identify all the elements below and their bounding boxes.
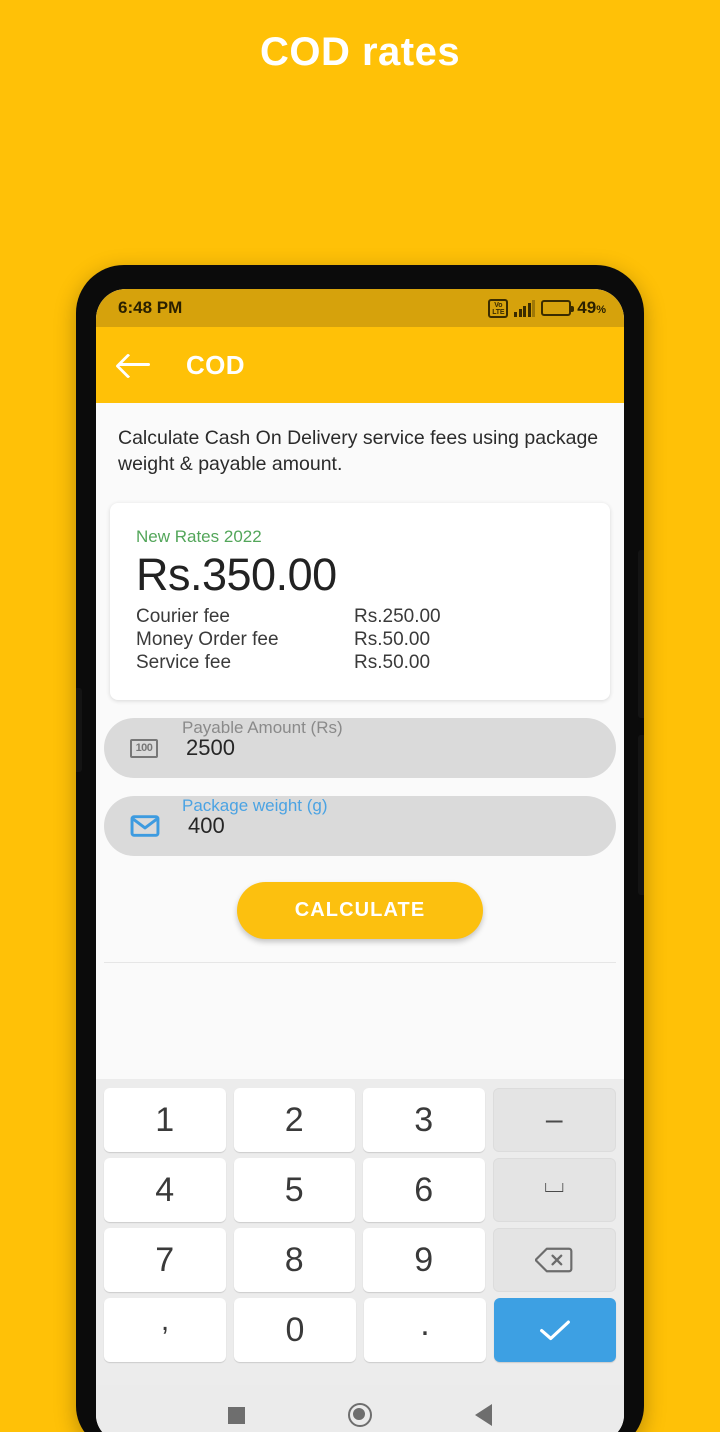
page-title: COD rates xyxy=(259,30,461,74)
circle-home-icon[interactable] xyxy=(347,1403,372,1427)
signal-bars-icon xyxy=(514,299,536,317)
key-4[interactable]: 4 xyxy=(104,1158,226,1222)
banknote-icon: 100 xyxy=(130,738,158,758)
battery-percent: 49% xyxy=(577,298,606,317)
content-divider xyxy=(104,962,616,963)
new-rates-badge: New Rates 2022 xyxy=(136,527,262,546)
rate-result-card: New Rates 2022 Rs.350.00 Courier fee Rs.… xyxy=(110,503,610,700)
status-bar: 6:48 PM Vo LTE 49% xyxy=(96,289,624,327)
key-5[interactable]: 5 xyxy=(233,1158,355,1222)
payable-amount-input[interactable]: 100 2500 xyxy=(104,718,616,778)
status-time: 6:48 PM xyxy=(118,298,183,317)
key-7[interactable]: 7 xyxy=(104,1228,226,1292)
key-6[interactable]: 6 xyxy=(363,1158,485,1222)
key-3[interactable]: 3 xyxy=(363,1088,485,1152)
fee-label: Service fee xyxy=(136,652,232,673)
fee-value: Rs.250.00 xyxy=(354,606,441,627)
phone-volume-button-left[interactable] xyxy=(76,688,82,772)
android-nav-bar xyxy=(96,1385,624,1432)
key-comma[interactable]: , xyxy=(104,1298,226,1362)
fee-value: Rs.50.00 xyxy=(354,652,431,673)
key-period[interactable]: . xyxy=(364,1298,486,1362)
payable-amount-label: Payable Amount (Rs) xyxy=(182,718,343,737)
battery-icon xyxy=(541,300,575,316)
package-weight-value: 400 xyxy=(188,813,225,838)
key-9[interactable]: 9 xyxy=(363,1228,485,1292)
phone-volume-button-right[interactable] xyxy=(638,735,644,895)
fee-value: Rs.50.00 xyxy=(354,629,431,650)
total-amount: Rs.350.00 xyxy=(136,549,337,600)
volte-icon: Vo LTE xyxy=(488,298,509,318)
payable-amount-field-wrap: Payable Amount (Rs) 100 2500 xyxy=(104,718,616,778)
package-weight-label: Package weight (g) xyxy=(182,796,328,815)
arrow-left-icon[interactable] xyxy=(118,352,152,378)
fee-label: Money Order fee xyxy=(136,629,279,650)
fee-row: Service fee Rs.50.00 xyxy=(136,651,584,674)
envelope-icon xyxy=(130,815,160,837)
triangle-back-icon[interactable] xyxy=(475,1404,493,1426)
key-0[interactable]: 0 xyxy=(234,1298,356,1362)
numeric-keyboard: 1 2 3 – 4 5 6 ⌴ 7 8 9 , 0 . xyxy=(96,1079,624,1385)
key-enter[interactable] xyxy=(494,1298,616,1362)
fee-label: Courier fee xyxy=(136,606,230,627)
key-backspace[interactable] xyxy=(492,1228,616,1292)
app-bar: COD xyxy=(96,327,624,403)
square-recents-icon[interactable] xyxy=(227,1406,245,1424)
fee-row: Money Order fee Rs.50.00 xyxy=(136,628,584,651)
package-weight-field-wrap: Package weight (g) 400 xyxy=(104,796,616,856)
payable-amount-value: 2500 xyxy=(186,735,235,760)
keyboard-row: 4 5 6 ⌴ xyxy=(100,1155,620,1225)
fee-row: Courier fee Rs.250.00 xyxy=(136,605,584,628)
main-content: Calculate Cash On Delivery service fees … xyxy=(96,403,624,1079)
phone-frame: 6:48 PM Vo LTE 49% COD Calculate Cash On… xyxy=(76,265,644,1432)
key-1[interactable]: 1 xyxy=(104,1088,226,1152)
backspace-icon xyxy=(535,1247,573,1273)
keyboard-row: , 0 . xyxy=(100,1295,620,1365)
keyboard-row: 7 8 9 xyxy=(100,1225,620,1295)
calculate-button[interactable]: CALCULATE xyxy=(236,882,484,939)
package-weight-input[interactable]: 400 xyxy=(104,796,616,856)
app-bar-title: COD xyxy=(186,349,245,380)
key-space[interactable]: ⌴ xyxy=(492,1158,616,1222)
phone-power-button[interactable] xyxy=(638,550,644,718)
check-icon xyxy=(540,1320,570,1341)
key-2[interactable]: 2 xyxy=(233,1088,355,1152)
key-minus[interactable]: – xyxy=(492,1088,616,1152)
intro-text: Calculate Cash On Delivery service fees … xyxy=(118,427,599,475)
keyboard-row: 1 2 3 – xyxy=(100,1085,620,1155)
phone-screen: 6:48 PM Vo LTE 49% COD Calculate Cash On… xyxy=(96,289,624,1432)
key-8[interactable]: 8 xyxy=(233,1228,355,1292)
